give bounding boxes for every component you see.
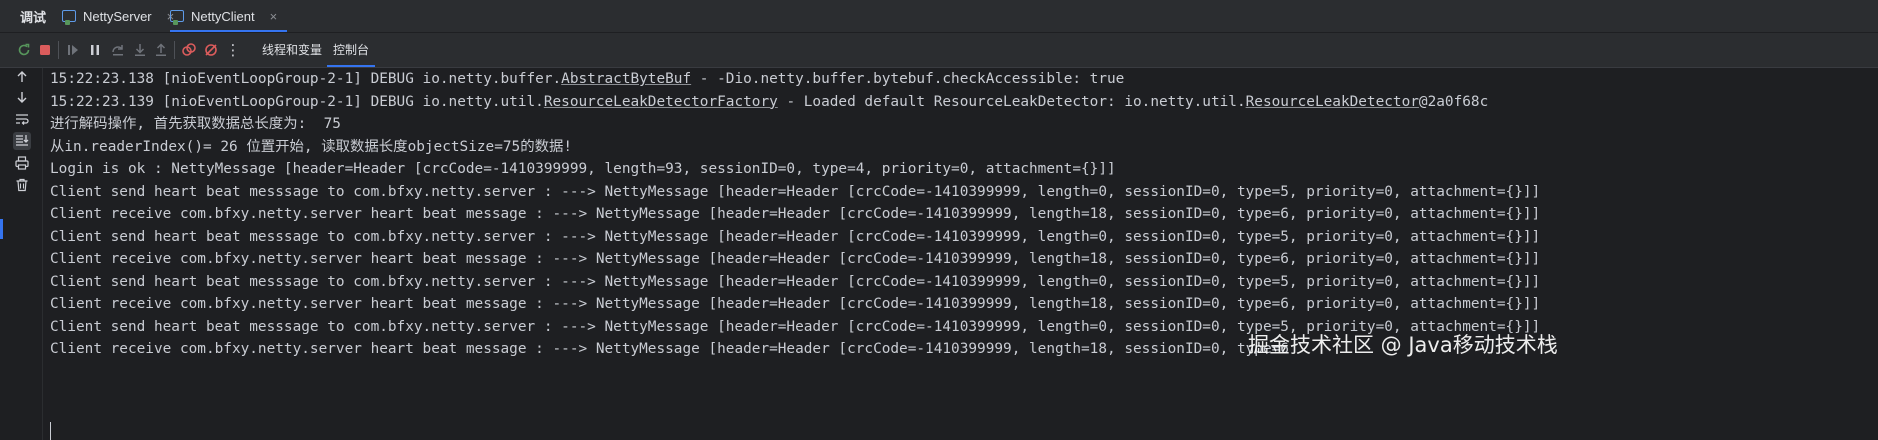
toolbar-separator xyxy=(58,41,59,59)
run-config-icon xyxy=(62,10,76,25)
toolbar-separator xyxy=(174,41,175,59)
clear-all-icon[interactable] xyxy=(13,176,31,194)
console-text: Client receive com.bfxy.netty.server hea… xyxy=(50,341,1289,357)
tab-label: 线程和变量 xyxy=(262,43,323,57)
tab-threads-variables[interactable]: 线程和变量 xyxy=(262,33,322,67)
stop-icon[interactable] xyxy=(36,41,54,59)
run-config-icon xyxy=(170,10,184,25)
console-line: Client receive com.bfxy.netty.server hea… xyxy=(50,203,1540,225)
down-arrow-icon[interactable] xyxy=(13,88,31,106)
console-line: Client send heart beat messsage to com.b… xyxy=(50,181,1540,203)
console-text: Login is ok : NettyMessage [header=Heade… xyxy=(50,161,1116,177)
console-text: Client receive com.bfxy.netty.server hea… xyxy=(50,206,1541,222)
more-icon[interactable]: ⋮ xyxy=(224,41,242,59)
active-indicator xyxy=(0,219,3,239)
class-link[interactable]: AbstractByteBuf xyxy=(561,71,691,87)
console-line: 从in.readerIndex()= 26 位置开始, 读取数据长度object… xyxy=(50,136,572,158)
watermark: 掘金技术社区 @ Java移动技术栈 xyxy=(1248,333,1558,357)
tab-nettyclient[interactable]: NettyClient × xyxy=(170,0,288,32)
tab-label: NettyServer xyxy=(83,8,152,24)
pause-icon[interactable] xyxy=(86,41,104,59)
debug-toolbar: ⋮ 线程和变量 控制台 xyxy=(0,33,1878,68)
console-text: 从in.readerIndex()= 26 位置开始, 读取数据长度object… xyxy=(50,138,573,155)
console-text: 15:22:23.139 [nioEventLoopGroup-2-1] DEB… xyxy=(50,93,544,110)
rerun-icon[interactable] xyxy=(15,41,33,59)
print-icon[interactable] xyxy=(13,154,31,172)
console-text: Client receive com.bfxy.netty.server hea… xyxy=(50,251,1541,267)
view-breakpoints-icon[interactable] xyxy=(180,41,198,59)
console-line: Client receive com.bfxy.netty.server hea… xyxy=(50,293,1540,315)
step-over-icon[interactable] xyxy=(109,41,127,59)
console-text: Client send heart beat messsage to com.b… xyxy=(50,228,1541,245)
soft-wrap-icon[interactable] xyxy=(13,110,31,128)
class-link[interactable]: ResourceLeakDetectorFactory xyxy=(544,94,778,110)
tab-nettyserver[interactable]: NettyServer × xyxy=(62,0,174,32)
console-text: Client receive com.bfxy.netty.server hea… xyxy=(50,296,1541,312)
console-line: 进行解码操作, 首先获取数据总长度为: 75 xyxy=(50,113,341,135)
console-line: Client receive com.bfxy.netty.server hea… xyxy=(50,248,1540,270)
class-link[interactable]: ResourceLeakDetector xyxy=(1246,94,1419,110)
console-line: Client send heart beat messsage to com.b… xyxy=(50,226,1540,248)
step-out-icon[interactable] xyxy=(152,41,170,59)
close-icon[interactable]: × xyxy=(270,9,278,24)
console-line: Client send heart beat messsage to com.b… xyxy=(50,271,1540,293)
console-text: Client send heart beat messsage to com.b… xyxy=(50,273,1541,290)
mute-breakpoints-icon[interactable] xyxy=(202,41,220,59)
console-text: - Loaded default ResourceLeakDetector: i… xyxy=(777,93,1246,110)
console-text: 15:22:23.138 [nioEventLoopGroup-2-1] DEB… xyxy=(50,71,562,87)
console-line: Login is ok : NettyMessage [header=Heade… xyxy=(50,158,1116,180)
tab-label: NettyClient xyxy=(191,8,255,24)
up-arrow-icon[interactable] xyxy=(13,68,31,86)
console-side-toolbar xyxy=(0,68,43,440)
scroll-to-end-icon[interactable] xyxy=(13,132,31,150)
console-line: 15:22:23.139 [nioEventLoopGroup-2-1] DEB… xyxy=(50,91,1488,113)
tool-window-title: 调试 xyxy=(20,11,47,26)
tab-console[interactable]: 控制台 xyxy=(326,33,376,67)
console-line: Client receive com.bfxy.netty.server hea… xyxy=(50,338,1289,360)
console-text: @2a0f68c xyxy=(1418,93,1489,110)
console-text: - -Dio.netty.buffer.bytebuf.checkAccessi… xyxy=(691,71,1125,87)
step-into-icon[interactable] xyxy=(131,41,149,59)
console-output[interactable]: 15:22:23.138 [nioEventLoopGroup-2-1] DEB… xyxy=(50,68,1870,440)
tab-label: 控制台 xyxy=(333,43,370,57)
debug-tool-window-header: 调试 NettyServer × NettyClient × xyxy=(0,0,1878,33)
resume-icon[interactable] xyxy=(64,41,82,59)
console-line: 15:22:23.138 [nioEventLoopGroup-2-1] DEB… xyxy=(50,68,1124,90)
console-text: 进行解码操作, 首先获取数据总长度为: 75 xyxy=(50,116,341,132)
text-cursor xyxy=(50,422,51,440)
console-text: Client send heart beat messsage to com.b… xyxy=(50,183,1541,200)
